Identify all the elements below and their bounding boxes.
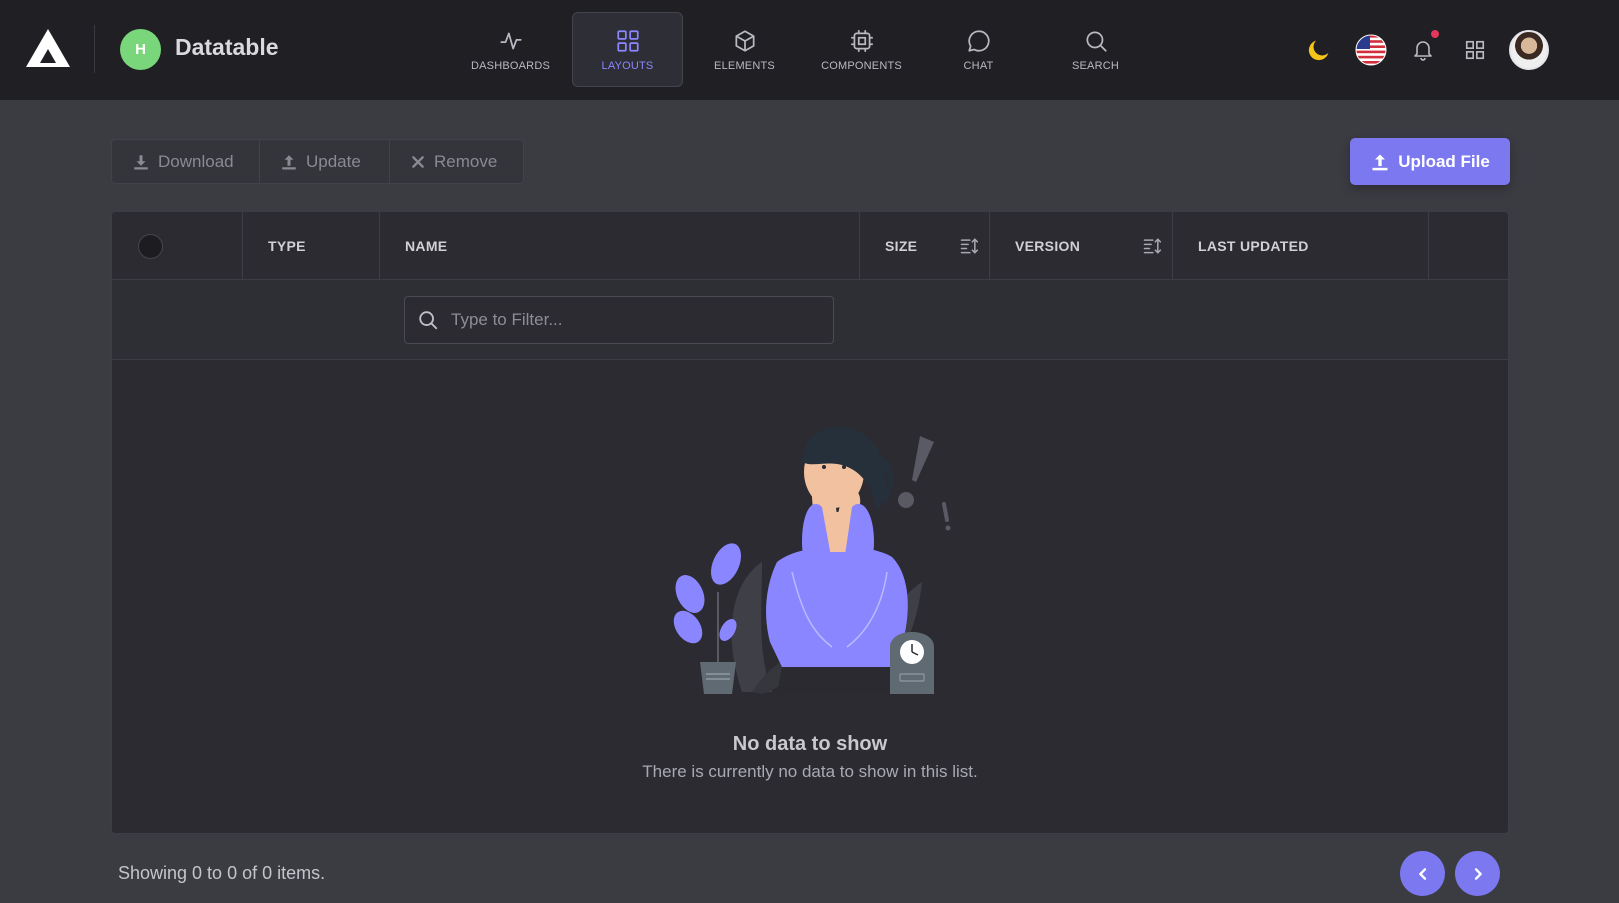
us-flag-icon	[1355, 34, 1387, 66]
nav-layouts[interactable]: LAYOUTS	[572, 12, 683, 87]
cube-icon	[734, 29, 755, 52]
empty-state-title: No data to show	[732, 733, 888, 755]
user-menu[interactable]	[1507, 25, 1551, 75]
cpu-icon	[850, 29, 873, 52]
nav-dashboards[interactable]: DASHBOARDS	[455, 12, 566, 87]
filter-row	[112, 280, 1508, 360]
sort-icon[interactable]	[959, 236, 979, 256]
chevron-left-icon	[1418, 867, 1426, 880]
apps-grid-icon	[1465, 40, 1485, 60]
column-label: LAST UPDATED	[1198, 238, 1309, 254]
filter-input[interactable]	[451, 310, 811, 330]
brand-divider	[94, 25, 95, 73]
header-tools	[1299, 25, 1579, 75]
update-label: Update	[306, 151, 361, 171]
app-logo[interactable]	[24, 27, 72, 71]
empty-state-illustration	[673, 426, 951, 694]
page-title: Datatable	[175, 34, 279, 60]
search-icon	[1085, 30, 1107, 52]
empty-state-subtitle: There is currently no data to show in th…	[642, 762, 978, 781]
notifications-button[interactable]	[1403, 25, 1443, 75]
column-name[interactable]: NAME	[380, 212, 860, 280]
column-label: NAME	[405, 238, 448, 254]
nav-label: SEARCH	[1071, 59, 1120, 72]
sort-icon[interactable]	[1142, 236, 1162, 256]
column-version[interactable]: VERSION	[990, 212, 1173, 280]
language-selector[interactable]	[1351, 25, 1391, 75]
column-size[interactable]: SIZE	[860, 212, 990, 280]
chat-bubble-icon	[967, 29, 990, 52]
activity-icon	[499, 32, 522, 49]
upload-icon	[1372, 154, 1388, 170]
download-label: Download	[158, 151, 234, 171]
column-label: VERSION	[1015, 238, 1081, 254]
theme-toggle[interactable]	[1299, 25, 1339, 75]
nav-elements[interactable]: ELEMENTS	[689, 12, 800, 87]
nav-label: COMPONENTS	[821, 59, 902, 72]
data-table: TYPE NAME SIZE VERSION LAST UPDATED Type…	[111, 211, 1509, 834]
remove-button[interactable]: Remove	[390, 140, 523, 183]
upload-file-button[interactable]: Upload File	[1350, 138, 1510, 185]
bell-icon	[1414, 41, 1432, 61]
nav-label: LAYOUTS	[601, 59, 654, 72]
avatar	[1509, 30, 1549, 70]
upload-icon	[282, 154, 296, 169]
update-button[interactable]: Update	[260, 140, 390, 183]
grid-icon	[616, 29, 639, 52]
nav-label: ELEMENTS	[714, 59, 775, 72]
pagination-summary: Showing 0 to 0 of 0 items.	[118, 863, 326, 883]
column-label: SIZE	[885, 238, 918, 254]
file-actions: Download Update Remove	[111, 139, 524, 184]
remove-label: Remove	[434, 151, 498, 171]
select-all-checkbox[interactable]	[138, 233, 163, 259]
close-icon	[412, 155, 424, 168]
column-last-updated[interactable]: LAST UPDATED	[1173, 212, 1429, 280]
search-icon	[419, 311, 438, 330]
select-all-column	[112, 212, 243, 280]
download-button[interactable]: Download	[112, 140, 260, 183]
notification-dot	[1431, 30, 1439, 38]
upload-file-label: Upload File	[1398, 151, 1490, 171]
nav-components[interactable]: COMPONENTS	[806, 12, 917, 87]
column-label: TYPE	[268, 238, 306, 254]
brand-avatar[interactable]: H	[120, 29, 161, 70]
moon-icon	[1308, 40, 1329, 61]
previous-page-button[interactable]	[1400, 851, 1445, 896]
next-page-button[interactable]	[1455, 851, 1500, 896]
top-navbar: H Datatable DASHBOARDS LAYOUTS ELEMENTS …	[0, 0, 1619, 100]
filter-field	[404, 296, 834, 344]
nav-label: DASHBOARDS	[470, 59, 551, 72]
table-header: TYPE NAME SIZE VERSION LAST UPDATED	[112, 212, 1508, 280]
download-icon	[134, 154, 148, 169]
column-actions	[1429, 212, 1508, 280]
nav-chat[interactable]: CHAT	[923, 12, 1034, 87]
apps-button[interactable]	[1455, 25, 1495, 75]
chevron-right-icon	[1474, 867, 1482, 880]
nav-label: CHAT	[963, 59, 994, 72]
nav-search[interactable]: SEARCH	[1040, 12, 1151, 87]
column-type[interactable]: TYPE	[243, 212, 380, 280]
